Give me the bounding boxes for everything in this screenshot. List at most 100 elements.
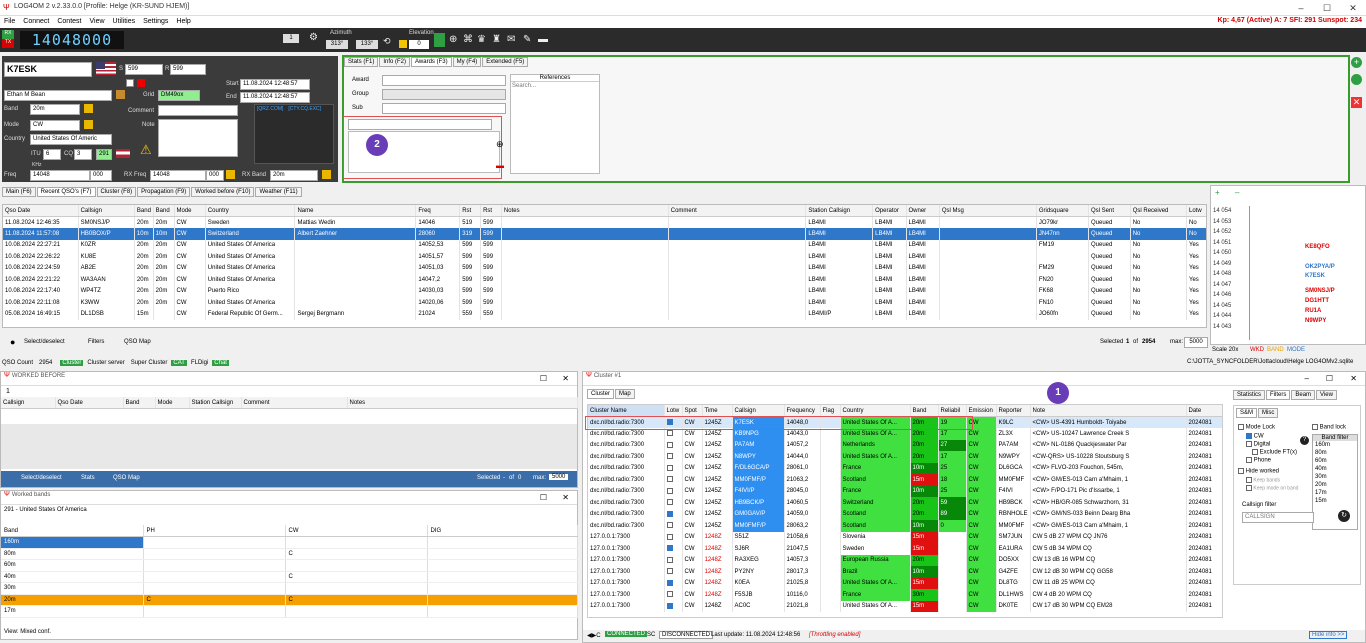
- qso-col-header[interactable]: Band: [134, 205, 154, 217]
- band-row[interactable]: 17m: [1, 605, 578, 618]
- lock-icon[interactable]: [322, 170, 331, 179]
- lotw-checkbox[interactable]: [666, 545, 673, 552]
- qso-col-header[interactable]: Country: [205, 205, 296, 217]
- cluster-col-header[interactable]: Spot: [682, 405, 703, 417]
- close-icon[interactable]: ✕: [1340, 0, 1366, 16]
- lotw-checkbox[interactable]: [666, 499, 673, 506]
- tab-main-0[interactable]: Main (F6): [2, 187, 36, 197]
- status-chat[interactable]: Chat: [212, 360, 229, 366]
- tab-main-4[interactable]: Worked before (F10): [191, 187, 255, 197]
- cluster-col-header[interactable]: Country: [840, 405, 911, 417]
- qso-map-button[interactable]: QSO Map: [124, 339, 151, 345]
- band-row[interactable]: 20m C C: [1, 594, 578, 606]
- menu-item-contest[interactable]: Contest: [53, 16, 85, 27]
- qso-col-header[interactable]: Notes: [501, 205, 669, 217]
- band-filter-item[interactable]: 40m: [1313, 465, 1357, 473]
- add-qso-icon[interactable]: +: [1351, 57, 1362, 68]
- table-row[interactable]: 127.0.0.1:7300 CW 1248Z S51Z 21058,6 Slovenia…: [588, 531, 1222, 543]
- qso-col-header[interactable]: Freq: [415, 205, 461, 217]
- tab-award-0[interactable]: Stats (F1): [344, 57, 379, 67]
- zoom-in-icon[interactable]: +: [1215, 188, 1220, 197]
- channel-select[interactable]: 1: [283, 34, 299, 43]
- checkbox-icon[interactable]: [126, 79, 134, 87]
- table-cell[interactable]: [664, 554, 683, 566]
- table-cell[interactable]: [664, 439, 683, 451]
- table-row[interactable]: 10.08.2024 22:27:21 K0ZR 20m 20m CW United St…: [3, 239, 1206, 251]
- hide-info-button[interactable]: Hide info >>: [1309, 631, 1348, 639]
- lotw-checkbox[interactable]: [666, 430, 673, 437]
- max-input[interactable]: 5000: [1184, 337, 1208, 348]
- table-cell[interactable]: [664, 508, 683, 520]
- lotw-checkbox[interactable]: [666, 510, 673, 517]
- lock-icon[interactable]: [84, 120, 93, 129]
- dot-icon[interactable]: ●: [10, 337, 15, 347]
- worked-col-header[interactable]: Band: [123, 397, 156, 409]
- bandmap-spot[interactable]: N9WPY: [1305, 318, 1326, 324]
- band-toggle[interactable]: BAND: [1267, 347, 1284, 353]
- qso-col-header[interactable]: Lotw: [1186, 205, 1206, 217]
- table-row[interactable]: 05.08.2024 16:49:15 DL1DSB 15m CW Federal Re…: [3, 308, 1206, 320]
- tab-award-2[interactable]: Awards (F3): [411, 57, 452, 67]
- menu-item-file[interactable]: File: [0, 16, 19, 27]
- table-row[interactable]: 10.08.2024 22:17:40 WP4TZ 20m 20m CW Puerto R…: [3, 285, 1206, 297]
- select-deselect-button[interactable]: Select/deselect: [24, 339, 65, 345]
- filters-button[interactable]: Filters: [88, 339, 104, 345]
- table-row[interactable]: 127.0.0.1:7300 CW 1248Z RA3XEG 14057,3 Europe…: [588, 554, 1222, 566]
- qso-col-header[interactable]: Qso Date: [3, 205, 79, 217]
- tab-award-4[interactable]: Extended (F5): [482, 57, 529, 67]
- cluster-col-header[interactable]: Note: [1030, 405, 1187, 417]
- qso-col-header[interactable]: Comment: [668, 205, 807, 217]
- menu-item-connect[interactable]: Connect: [19, 16, 53, 27]
- table-row[interactable]: 10.08.2024 22:26:22 KU8E 20m 20m CW United St…: [3, 251, 1206, 263]
- menu-item-utilities[interactable]: Utilities: [109, 16, 140, 27]
- table-cell[interactable]: [664, 497, 683, 509]
- itu-select[interactable]: 6: [43, 149, 61, 160]
- qso-col-header[interactable]: Station Callsign: [805, 205, 874, 217]
- cluster-col-header[interactable]: Frequency: [784, 405, 821, 417]
- lotw-checkbox[interactable]: [666, 464, 673, 471]
- table-row[interactable]: dxc.nl/bd.radio:7300 CW 1245Z MM0FMF/P 28063…: [588, 520, 1222, 532]
- cluster-col-header[interactable]: Flag: [820, 405, 841, 417]
- grid-input[interactable]: DM49ox: [158, 90, 200, 101]
- qso-col-header[interactable]: Callsign: [78, 205, 135, 217]
- lotw-checkbox[interactable]: [666, 602, 673, 609]
- exclude-ft-checkbox[interactable]: Exclude FT(x): [1260, 450, 1297, 456]
- table-row[interactable]: 127.0.0.1:7300 CW 1248Z F5SJB 10116,0 France 3…: [588, 589, 1222, 601]
- worked-max-input[interactable]: 5000: [549, 474, 569, 480]
- qso-col-header[interactable]: Band: [153, 205, 175, 217]
- group-select[interactable]: [382, 89, 506, 100]
- table-row[interactable]: dxc.nl/bd.radio:7300 CW 1245Z MM0FMF/P 21063…: [588, 474, 1222, 486]
- comment-input[interactable]: [158, 105, 238, 116]
- tab-main-1[interactable]: Recent QSO's (F7): [36, 187, 96, 197]
- worked-col-header[interactable]: Callsign: [1, 397, 56, 409]
- lock-icon[interactable]: [399, 40, 407, 48]
- tab-cluster-1[interactable]: Map: [615, 389, 635, 399]
- table-cell[interactable]: [664, 566, 683, 578]
- rxfreq-input[interactable]: 14048: [150, 170, 206, 181]
- cluster-col-header[interactable]: Lotw: [664, 405, 683, 417]
- status-super-cluster[interactable]: Super Cluster: [129, 360, 170, 366]
- dash-icon[interactable]: ▬: [538, 34, 548, 45]
- tab-main-3[interactable]: Propagation (F9): [137, 187, 191, 197]
- crown-icon[interactable]: ♛: [477, 34, 486, 45]
- menu-item-settings[interactable]: Settings: [139, 16, 172, 27]
- lotw-checkbox[interactable]: [666, 591, 673, 598]
- worked-stats-button[interactable]: Stats: [81, 475, 95, 481]
- mode-select[interactable]: CW: [30, 120, 80, 131]
- cluster-col-header[interactable]: Cluster Name: [588, 405, 665, 417]
- frequency-display[interactable]: 14048000: [20, 31, 124, 49]
- menu-item-view[interactable]: View: [85, 16, 108, 27]
- qrz-link[interactable]: [QRZ.COM]: [257, 106, 283, 112]
- lotw-checkbox[interactable]: [666, 522, 673, 529]
- references-search[interactable]: Search...: [511, 82, 599, 90]
- qso-col-header[interactable]: Operator: [872, 205, 907, 217]
- cluster-col-header[interactable]: Reporter: [996, 405, 1031, 417]
- close-icon[interactable]: ✕: [562, 374, 569, 383]
- wkd-toggle[interactable]: WKD: [1250, 347, 1264, 353]
- lock-icon[interactable]: [226, 170, 235, 179]
- rotor-icon[interactable]: ⟲: [383, 36, 391, 47]
- digital-checkbox[interactable]: Digital: [1254, 442, 1271, 448]
- bandmap-spot[interactable]: K7ESK: [1305, 273, 1325, 279]
- tab-side-3[interactable]: View: [1316, 390, 1337, 400]
- band-row[interactable]: 60m: [1, 559, 578, 572]
